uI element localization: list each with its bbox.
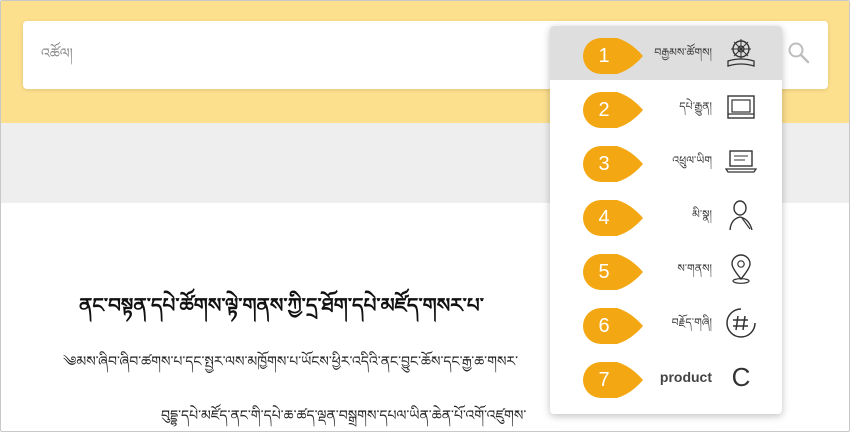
callout-badge-1: 1 [581, 36, 645, 76]
dropdown-item-label: དཔེ་རྒྱུན། [679, 100, 712, 113]
dharma-wheel-book-icon [727, 39, 755, 67]
page-heading: ནང་བསྟན་དཔེ་ཚོགས་ལྟེ་གནས་ཀྱི་དྲ་ཐོག་དཔེ་… [79, 293, 484, 317]
hashtag-icon [726, 308, 756, 338]
dropdown-item-label: བརྗོད་གཞི། [671, 316, 712, 329]
intro-text-line-2: བུདྡྷ་དཔེ་མཛོད་ནང་གི་དཔེ་ཆ་ཚད་ལྡན་བསྒྲགས… [161, 408, 527, 424]
search-icon[interactable] [787, 41, 811, 65]
letter-c-icon: C [731, 362, 751, 392]
dropdown-item-label: ས་གནས། [677, 262, 712, 275]
intro-text-line-1: ༄མས་ཞིབ་ཞིབ་ཚགས་པ་དང་སྤྱར་ལས་མཁྱོགས་པ་ཡོ… [63, 354, 519, 370]
dropdown-item-label: འཕྲུལ་ཡིག [672, 154, 712, 167]
callout-badge-3: 3 [581, 144, 645, 184]
dropdown-item-label: མི་སྣ། [692, 208, 712, 221]
dropdown-item-label: product [659, 369, 712, 385]
page-frame: ནང་བསྟན་དཔེ་ཚོགས་ལྟེ་གནས་ཀྱི་དྲ་ཐོག་དཔེ་… [0, 0, 850, 432]
map-pin-icon [731, 254, 751, 284]
callout-badge-7: 7 [581, 360, 645, 400]
callout-badge-6: 6 [581, 306, 645, 346]
laptop-icon [725, 150, 757, 173]
dropdown-item-label: བརྒྱམས་ཚོགས། [654, 46, 712, 59]
callout-badge-2: 2 [581, 90, 645, 130]
callout-badge-5: 5 [581, 252, 645, 292]
callout-badge-4: 4 [581, 198, 645, 238]
book-box-icon [727, 95, 755, 119]
monk-icon [729, 200, 753, 231]
search-input[interactable] [41, 39, 521, 69]
